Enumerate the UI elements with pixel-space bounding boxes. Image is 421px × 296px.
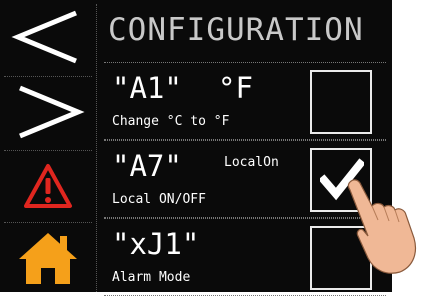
- home-button[interactable]: [4, 222, 92, 293]
- param-description: Change °C to °F: [112, 114, 230, 129]
- param-code: "A7": [112, 149, 182, 183]
- param-code: "xJ1": [112, 227, 200, 261]
- configuration-screen: CONFIGURATION "A1" °F Change °C to °F "A…: [0, 0, 392, 296]
- param-unit: °F: [218, 71, 253, 105]
- param-code: "A1": [112, 71, 182, 105]
- chevron-left-icon: [11, 10, 77, 64]
- alarm-button[interactable]: [4, 150, 92, 221]
- param-status: LocalOn: [224, 155, 279, 170]
- chevron-right-icon: [19, 85, 85, 139]
- param-checkbox-a1[interactable]: [310, 70, 372, 134]
- alarm-warning-icon: [24, 164, 72, 208]
- param-row-a1[interactable]: "A1" °F Change °C to °F: [104, 62, 386, 140]
- page-title: CONFIGURATION: [108, 12, 364, 48]
- back-button[interactable]: [4, 2, 92, 72]
- sidebar: [4, 0, 92, 292]
- param-description: Local ON/OFF: [112, 192, 206, 207]
- home-icon: [19, 233, 77, 284]
- forward-button[interactable]: [4, 76, 92, 147]
- sidebar-divider: [96, 4, 97, 292]
- param-description: Alarm Mode: [112, 270, 191, 285]
- pointing-hand-icon: [347, 179, 417, 274]
